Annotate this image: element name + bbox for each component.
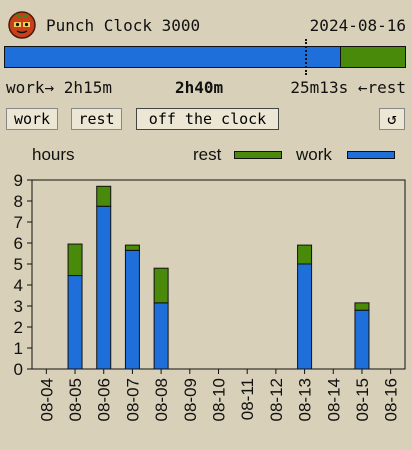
x-tick-label: 08-09 — [181, 378, 200, 421]
rest-button[interactable]: rest — [71, 108, 122, 130]
y-tick-label: 6 — [14, 234, 23, 253]
x-tick-label: 08-13 — [296, 378, 315, 421]
y-tick-label: 4 — [14, 276, 23, 295]
work-progress-fill — [5, 47, 341, 67]
y-tick-label: 3 — [14, 297, 23, 316]
day-progress-bar — [4, 39, 406, 75]
chart-y-label: hours — [32, 145, 75, 164]
y-tick-label: 2 — [14, 318, 23, 337]
x-tick-label: 08-10 — [210, 378, 229, 421]
y-tick-label: 5 — [14, 255, 23, 274]
time-marker — [305, 39, 307, 75]
bar-rest-08-07 — [124, 244, 140, 251]
bar-work-08-07 — [124, 249, 140, 370]
bar-rest-08-13 — [297, 244, 313, 265]
bar-work-08-15 — [354, 309, 370, 370]
x-tick-label: 08-14 — [324, 378, 343, 421]
y-tick-label: 7 — [14, 213, 23, 232]
x-tick-label: 08-15 — [353, 378, 372, 421]
x-tick-label: 08-11 — [238, 378, 257, 420]
bar-work-08-08 — [153, 302, 169, 370]
off-the-clock-button[interactable]: off the clock — [136, 108, 279, 130]
legend-work-swatch — [347, 151, 395, 159]
hours-bar-chart: 0 1 2 3 4 5 6 7 8 9 08-04 08-05 08-06 08-07 08-08 08-09… — [14, 171, 406, 421]
legend-work-label: work — [296, 145, 332, 164]
time-stats: work→ 2h15m 2h40m 25m13s ←rest — [0, 78, 412, 98]
current-date: 2024-08-16 — [309, 16, 406, 35]
y-tick-label: 1 — [14, 339, 23, 358]
x-tick-label: 08-16 — [382, 378, 401, 421]
bar-work-08-05 — [67, 275, 83, 370]
bar-rest-08-15 — [354, 302, 370, 311]
x-tick-label: 08-06 — [95, 378, 114, 421]
x-tick-label: 08-05 — [66, 378, 85, 421]
work-time: work→ 2h15m — [6, 78, 112, 97]
work-button[interactable]: work — [6, 108, 58, 130]
y-tick-label: 0 — [14, 360, 23, 379]
header: Punch Clock 3000 2024-08-16 — [0, 0, 412, 44]
legend-rest-swatch — [234, 151, 282, 159]
x-tick-label: 08-04 — [37, 378, 56, 421]
y-tick-label: 8 — [14, 192, 23, 211]
y-tick-label: 9 — [14, 171, 23, 190]
reset-button[interactable]: ↺ — [379, 108, 405, 130]
x-tick-label: 08-07 — [123, 378, 142, 421]
x-tick-label: 08-08 — [152, 378, 171, 421]
bar-work-08-06 — [96, 205, 112, 370]
plot-frame — [31, 179, 406, 370]
bar-rest-08-05 — [67, 243, 83, 277]
x-tick-label: 08-12 — [267, 378, 286, 421]
total-time: 2h40m — [175, 78, 224, 97]
bar-rest-08-08 — [153, 267, 169, 304]
rest-time: 25m13s ←rest — [290, 78, 406, 97]
tomato-face-icon — [8, 11, 36, 39]
bar-work-08-13 — [297, 263, 313, 370]
bar-rest-08-06 — [96, 185, 112, 207]
app-title: Punch Clock 3000 — [46, 16, 201, 35]
legend-rest-label: rest — [193, 145, 222, 164]
